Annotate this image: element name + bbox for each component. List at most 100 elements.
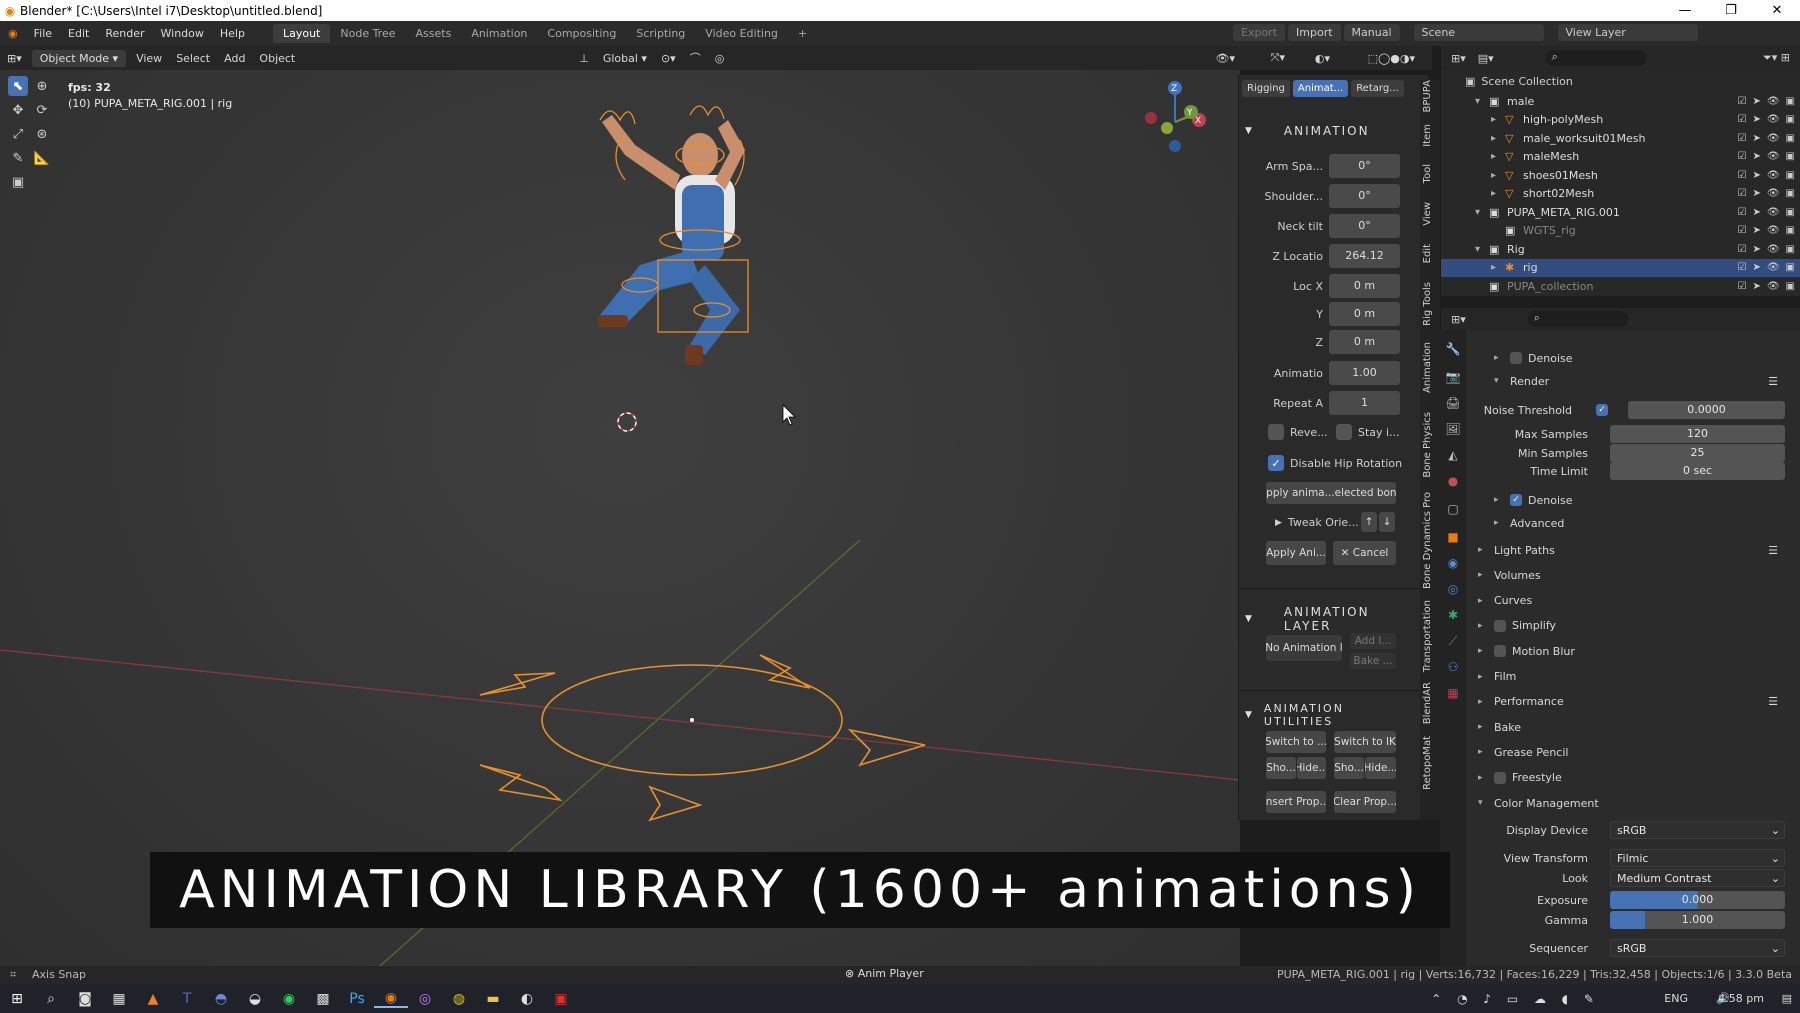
annotate-tool-icon[interactable]: ✎: [8, 148, 28, 168]
section-checkbox[interactable]: [1494, 645, 1506, 658]
checkbox-icon[interactable]: ☑: [1737, 262, 1746, 273]
view-layer-tab-icon[interactable]: 🖼: [1445, 422, 1461, 438]
add-cube-tool-icon[interactable]: ▣: [8, 172, 28, 192]
render-tab-icon[interactable]: 📷: [1445, 370, 1461, 386]
select-arrow-icon[interactable]: ➤: [1752, 281, 1760, 292]
measure-tool-icon[interactable]: 📐: [32, 148, 52, 168]
vtab-rig-tools[interactable]: Rig Tools: [1422, 282, 1433, 326]
checkbox-icon[interactable]: ☑: [1737, 114, 1746, 125]
animation-layer-section-header[interactable]: ▼ ANIMATION LAYER: [1245, 605, 1415, 633]
prop-value[interactable]: 1.00: [1328, 361, 1400, 385]
vtab-bone-physics[interactable]: Bone Physics: [1422, 412, 1433, 478]
checkbox-icon[interactable]: ☑: [1737, 170, 1746, 181]
taskbar-app2-icon[interactable]: ◐: [510, 991, 544, 1007]
overlay-toggle-icon[interactable]: ◐▾: [1308, 50, 1337, 67]
show-fk-button[interactable]: Sho...: [1266, 757, 1296, 779]
outliner-editor-icon[interactable]: ⊞▾: [1451, 52, 1466, 65]
disable-hip-checkbox[interactable]: ✓: [1268, 455, 1284, 471]
exposure-slider[interactable]: 0.000: [1610, 891, 1785, 909]
animation-layer-field[interactable]: No Animation l: [1266, 635, 1342, 661]
select-arrow-icon[interactable]: ➤: [1752, 170, 1760, 181]
disclosure-icon[interactable]: ▸: [1491, 114, 1496, 125]
checkbox-icon[interactable]: ☑: [1737, 96, 1746, 107]
3d-viewport[interactable]: [0, 70, 1240, 966]
taskbar-discord-icon[interactable]: ◓: [204, 991, 238, 1007]
section-film[interactable]: ▸ Film: [1478, 667, 1790, 687]
scene-collection-row[interactable]: ▣ Scene Collection: [1441, 72, 1800, 90]
min-samples-field[interactable]: 25: [1610, 444, 1785, 462]
outliner-row[interactable]: ▣ WGTS_rig ☑ ➤ 👁 ▣: [1441, 222, 1800, 240]
select-arrow-icon[interactable]: ➤: [1752, 133, 1760, 144]
tab-node-tree[interactable]: Node Tree: [330, 24, 405, 43]
prop-value[interactable]: 0 m: [1328, 302, 1400, 326]
gizmo-toggle-icon[interactable]: ⤧▾: [1264, 49, 1292, 67]
notification-icon[interactable]: ▤: [1782, 992, 1792, 1005]
export-button[interactable]: Export: [1233, 24, 1286, 41]
checkbox-icon[interactable]: ☑: [1737, 225, 1746, 236]
disclosure-icon[interactable]: ▾: [1475, 244, 1480, 255]
camera-icon[interactable]: ▣: [1786, 133, 1795, 144]
object-data-tab-icon[interactable]: ✱: [1445, 608, 1461, 624]
vtab-blendar[interactable]: BlendAR: [1422, 682, 1433, 724]
vtab-tool[interactable]: Tool: [1422, 164, 1433, 183]
prop-value[interactable]: 0 m: [1328, 330, 1400, 354]
tab-layout[interactable]: Layout: [272, 24, 331, 43]
reverse-checkbox[interactable]: [1268, 424, 1284, 440]
taskbar-camera-icon[interactable]: ◙: [68, 991, 102, 1007]
disclosure-icon[interactable]: ▾: [1475, 207, 1480, 218]
taskbar-clock[interactable]: 4:58 pm: [1718, 992, 1764, 1005]
object-tab-icon[interactable]: ■: [1445, 530, 1461, 546]
add-workspace-icon[interactable]: +: [788, 24, 817, 43]
properties-editor-icon[interactable]: ⊞▾: [1451, 313, 1466, 326]
section-motion-blur[interactable]: ▸ Motion Blur: [1478, 641, 1790, 661]
disable-hip-rotation-row[interactable]: ✓ Disable Hip Rotation: [1268, 455, 1402, 471]
camera-icon[interactable]: ▣: [1786, 225, 1795, 236]
eye-icon[interactable]: 👁: [1767, 133, 1780, 144]
checkbox-icon[interactable]: ☑: [1737, 151, 1746, 162]
eye-icon[interactable]: 👁: [1767, 188, 1780, 199]
section-color-management[interactable]: ▾ Color Management: [1478, 793, 1790, 813]
shading-modes-icon[interactable]: ⬚◯●◑▾: [1361, 50, 1422, 67]
advanced-row[interactable]: ▸ Advanced: [1478, 513, 1790, 533]
section-volumes[interactable]: ▸ Volumes: [1478, 565, 1790, 585]
apply-animation-button[interactable]: Apply Ani...: [1266, 541, 1326, 565]
anim-player-status[interactable]: ⊗ Anim Player: [845, 967, 924, 980]
constraint-tab-icon[interactable]: ⚇: [1445, 660, 1461, 676]
select-arrow-icon[interactable]: ➤: [1752, 188, 1760, 199]
select-arrow-icon[interactable]: ➤: [1752, 225, 1760, 236]
select-arrow-icon[interactable]: ➤: [1752, 207, 1760, 218]
taskbar-calculator-icon[interactable]: ▦: [102, 991, 136, 1007]
eye-icon[interactable]: 👁: [1767, 225, 1780, 236]
select-arrow-icon[interactable]: ➤: [1752, 244, 1760, 255]
list-icon[interactable]: ☰: [1768, 544, 1778, 557]
vtab-retopomat[interactable]: RetopoMat: [1422, 736, 1433, 790]
outliner-row[interactable]: ▸ ▽ high-polyMesh ☑ ➤ 👁 ▣: [1441, 111, 1800, 129]
outliner-row[interactable]: ▾ ▣ male ☑ ➤ 👁 ▣: [1441, 92, 1800, 110]
reverse-checkbox-row[interactable]: Reve...: [1268, 424, 1328, 440]
outliner-row[interactable]: ▸ ▽ shoes01Mesh ☑ ➤ 👁 ▣: [1441, 166, 1800, 184]
manual-button[interactable]: Manual: [1343, 24, 1400, 41]
taskbar-photoshop-icon[interactable]: Ps: [340, 991, 374, 1007]
add-layer-button[interactable]: Add l...: [1350, 633, 1396, 649]
stay-checkbox[interactable]: [1336, 424, 1352, 440]
visibility-icon[interactable]: 👁▾: [1209, 50, 1243, 67]
disclosure-icon[interactable]: ▸: [1491, 151, 1496, 162]
scene-tab-icon[interactable]: ◭: [1445, 448, 1461, 464]
eye-icon[interactable]: 👁: [1767, 207, 1780, 218]
minimize-button[interactable]: —: [1662, 0, 1708, 21]
taskbar-chrome-icon[interactable]: ◍: [442, 991, 476, 1007]
taskbar-app3-icon[interactable]: ▣: [544, 991, 578, 1007]
transform-tool-icon[interactable]: ⊛: [32, 124, 52, 144]
denoise-viewport-row[interactable]: ▸ Denoise: [1478, 348, 1790, 368]
editor-type-icon[interactable]: ⊞▾: [0, 50, 29, 67]
list-icon[interactable]: ☰: [1768, 375, 1778, 388]
eye-icon[interactable]: 👁: [1767, 281, 1780, 292]
denoise-render-checkbox[interactable]: ✓: [1510, 494, 1522, 506]
eye-icon[interactable]: 👁: [1767, 262, 1780, 273]
animation-utilities-section-header[interactable]: ▼ ANIMATION UTILITIES: [1245, 702, 1415, 728]
tab-compositing[interactable]: Compositing: [537, 24, 626, 43]
switch-to-ik-button[interactable]: Switch to IK: [1334, 731, 1396, 753]
vtab-item[interactable]: Item: [1422, 124, 1433, 147]
outliner-row[interactable]: ▸ ✱ rig ☑ ➤ 👁 ▣: [1441, 258, 1800, 277]
prop-value[interactable]: 0°: [1328, 214, 1400, 238]
